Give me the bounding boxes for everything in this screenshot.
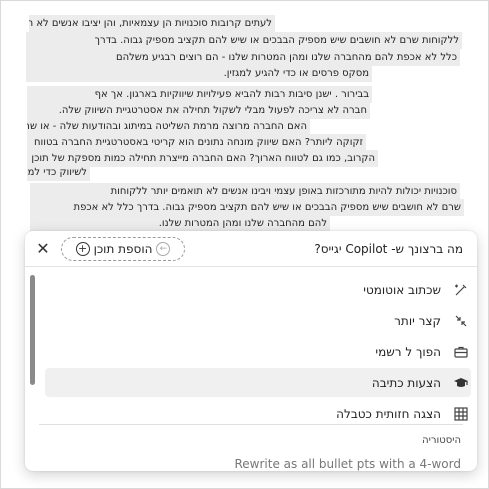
menu-item-shorter[interactable]: קצר יותר: [45, 306, 471, 335]
menu-item-label: שכתוב אוטומטי: [363, 282, 441, 297]
doc-line: זקוקה ליותר? האם שיווק מונחה נתונים הוא …: [27, 134, 366, 151]
doc-line: האם החברה מרוצה מרמת השליטה במיתוג ובהוד…: [27, 118, 310, 135]
doc-line: ללקוחות שרם לא חושבים שיש מספיק הבבכים א…: [26, 32, 462, 49]
menu-item-formal[interactable]: הפוך ל רשמי: [45, 337, 471, 366]
prompt-input[interactable]: מה ברצונך ש- Copilot יגייס?: [314, 239, 463, 259]
add-content-label: הוספת תוכן: [93, 242, 153, 256]
menu-item-label: הצגה חזותית כטבלה: [336, 406, 441, 421]
doc-line: להם מהחברה שלנו ומהן המטרות שלנו.: [30, 215, 330, 232]
menu-item-auto-rewrite[interactable]: שכתוב אוטומטי: [45, 275, 471, 304]
doc-line: מסקס פרסים או כדי להגיע למגזין.: [26, 65, 372, 82]
history-heading: היסטוריה: [422, 435, 461, 446]
doc-line: שרם לא חושבים שיש מספיק הבבכים או שיש לה…: [30, 199, 464, 216]
doc-line: בבירור . ישנן סיבות רבות להביא פעילויות …: [27, 86, 372, 103]
doc-line: חברה לא צריכה לפעול מבלי לשקול תחילה את …: [27, 102, 370, 119]
menu-item-writing-suggestions[interactable]: הצעות כתיבה: [45, 368, 471, 397]
close-icon: ✕: [36, 239, 50, 258]
graduation-icon: [451, 375, 471, 391]
table-icon: [451, 406, 471, 422]
add-icon: +: [75, 242, 90, 256]
doc-line: לשיווק כדי למנף?: [27, 164, 90, 181]
prompt-bar: מה ברצונך ש- Copilot יגייס? ← הוספת תוכן…: [25, 231, 477, 267]
add-content-button[interactable]: ← הוספת תוכן +: [61, 237, 185, 261]
menu-item-label: הצעות כתיבה: [371, 375, 441, 390]
copilot-panel: מה ברצונך ש- Copilot יגייס? ← הוספת תוכן…: [25, 231, 477, 471]
history-item[interactable]: Rewrite as all bullet pts with a 4-word: [234, 457, 461, 471]
divider: [39, 424, 463, 425]
scrollbar[interactable]: [30, 275, 35, 385]
menu-item-label: הפוך ל רשמי: [375, 344, 441, 359]
back-arrow-icon: ←: [156, 242, 171, 256]
rewrite-icon: [451, 282, 471, 298]
doc-line: לעתים קרובות סוכנויות הן עצמאיות, והן יצ…: [29, 15, 275, 32]
doc-line: כלל לא אכפת להם מהחברה שלנו ומהן המטרות …: [26, 49, 460, 66]
doc-line: סוכנויות יכולות להיות מתורכזות באופן עצמ…: [30, 183, 460, 200]
menu-item-label: קצר יותר: [394, 313, 441, 328]
close-button[interactable]: ✕: [33, 239, 53, 259]
shrink-icon: [451, 313, 471, 329]
briefcase-icon: [451, 344, 471, 360]
